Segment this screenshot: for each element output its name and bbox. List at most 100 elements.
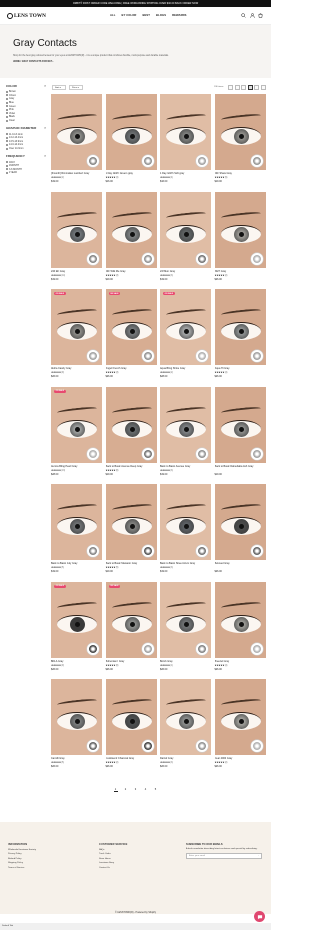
product-card[interactable]: Aqua Hi Gray ★★★★★ (4) $26.00 <box>214 289 266 387</box>
filter-diameter-header[interactable]: GRAPHIC DIAMETER ^ <box>6 126 46 130</box>
product-card[interactable]: 24F Shaw Gray ★★★★★ (9) $19.00 <box>214 94 266 192</box>
checkbox-icon[interactable] <box>6 108 8 111</box>
product-name[interactable]: 1 Day Glitt'h Greem gray <box>106 172 157 175</box>
product-image[interactable] <box>160 386 211 463</box>
product-card[interactable]: 24F Eh Gray ★★★★★ (14) $19.00 <box>51 191 102 290</box>
product-image[interactable] <box>214 289 266 365</box>
footer-link[interactable]: Contact Us <box>99 867 127 869</box>
checkbox-icon[interactable] <box>6 119 8 122</box>
product-name[interactable]: Back to Basic Dalnebaba Ash Gray <box>215 465 266 468</box>
product-name[interactable]: Back to Basic Macaron Gray <box>106 562 157 565</box>
view-list-icon[interactable] <box>228 85 233 90</box>
product-image[interactable] <box>105 386 157 463</box>
product-image[interactable]: ON SALE <box>51 581 102 658</box>
footer-link[interactable]: Store Hours <box>99 858 127 860</box>
view-grid-4-icon[interactable] <box>247 85 253 90</box>
product-card[interactable]: Back to Basic Avenue Deep Gray ★★★★★ (6) $… <box>105 386 157 485</box>
filter-option[interactable]: Over 14.3mm <box>6 147 46 151</box>
product-card[interactable]: 24F Wilk Me Gray ★★★★★ (3) $19.00 <box>105 191 157 290</box>
product-image[interactable] <box>51 191 102 268</box>
product-name[interactable]: Bomb Gray <box>160 660 211 663</box>
footer-link[interactable]: Lenstown Story <box>99 862 127 864</box>
view-grid-5-icon[interactable] <box>254 85 259 90</box>
product-name[interactable]: Beloved Gray <box>215 562 266 565</box>
product-image[interactable] <box>105 94 157 170</box>
product-image[interactable]: ON SALE <box>51 386 102 463</box>
product-image[interactable] <box>214 581 266 658</box>
filter-option[interactable]: Clear <box>6 119 46 123</box>
page-4[interactable]: 4 <box>144 788 148 792</box>
filter-option[interactable]: 1YEAR <box>6 171 46 175</box>
product-name[interactable]: Back to Basic July Gray <box>51 562 102 565</box>
product-image[interactable] <box>160 679 211 755</box>
checkbox-icon[interactable] <box>6 115 8 118</box>
nav-best[interactable]: BEST <box>142 14 150 17</box>
product-name[interactable]: 24F Shaw Gray <box>215 172 266 175</box>
view-grid-3-icon[interactable] <box>241 85 246 90</box>
footer-link[interactable]: Privacy Policy <box>8 853 36 855</box>
product-image[interactable]: ON SALE <box>160 289 211 365</box>
product-card[interactable]: ON SALE Aqua Bling Shine Gray ★★★★★ (2) $28… <box>160 289 211 387</box>
checkbox-icon[interactable] <box>6 168 8 171</box>
product-name[interactable]: Back to Basic Avenue Deep Gray <box>106 465 157 468</box>
product-image[interactable]: ON SALE <box>105 289 157 365</box>
product-image[interactable] <box>160 94 211 170</box>
product-image[interactable]: ON SALE <box>51 289 102 365</box>
checkbox-icon[interactable] <box>6 171 8 174</box>
product-name[interactable]: 1 Day Glitt'h Soft gray <box>160 172 211 175</box>
product-card[interactable]: ON SALE Bohemian I Gray ★★★★★ (6) $26.00 <box>105 581 157 680</box>
checkbox-icon[interactable] <box>6 143 8 146</box>
account-icon[interactable] <box>249 13 255 18</box>
product-card[interactable]: Back to Basic Macaron Gray ★★★★★ (5) $19.0… <box>105 484 157 582</box>
product-card[interactable]: ON SALE Aloha Candy Gray ★★★★★ (9) $26.00 <box>51 289 102 387</box>
checkbox-icon[interactable] <box>6 97 8 100</box>
product-card[interactable]: 1 Day Glitt'h Soft gray ★★★★★ (4) $16.00 <box>160 94 211 192</box>
nav-by-color[interactable]: BY COLOR <box>122 14 137 17</box>
breadcrumb[interactable]: HOME / GRAY CONTACTS FOR NET... <box>13 61 54 63</box>
page-3[interactable]: 3 <box>134 788 138 792</box>
checkbox-icon[interactable] <box>6 101 8 104</box>
checkbox-icon[interactable] <box>6 112 8 115</box>
product-name[interactable]: Billi-A Gray <box>51 660 102 663</box>
product-name[interactable]: Cookisen2 Charcoal Gray <box>106 757 157 760</box>
product-name[interactable]: Dear 4000 Gray <box>215 757 266 760</box>
product-image[interactable] <box>214 679 266 755</box>
newsletter-email-field[interactable]: → Enter your email <box>186 853 262 859</box>
search-icon[interactable] <box>241 13 246 18</box>
checkbox-icon[interactable] <box>6 90 8 93</box>
product-card[interactable]: Back to Basic Dalnebaba Ash Gray $19.00 <box>214 386 266 485</box>
product-image[interactable] <box>105 679 157 755</box>
nav-all[interactable]: ALL <box>110 14 116 17</box>
product-card[interactable]: Cookisen2 Charcoal Gray ★★★★★ (2) $26.00 <box>105 679 157 777</box>
checkbox-icon[interactable] <box>6 105 8 108</box>
product-name[interactable]: 24F Wilk Me Gray <box>106 270 157 273</box>
checkbox-icon[interactable] <box>6 161 8 164</box>
product-image[interactable] <box>51 484 102 560</box>
product-card[interactable]: Camilli Gray ★★★★★ (5) $26.00 <box>51 679 102 777</box>
product-image[interactable] <box>214 484 266 560</box>
filter-frequency-header[interactable]: FREQUENCY ^ <box>6 154 46 158</box>
product-card[interactable]: Back to Basic Avenue Gray ★★★★★ (3) $19.00 <box>160 386 211 485</box>
price-select[interactable]: Price ▾ <box>69 85 83 90</box>
product-image[interactable] <box>160 191 211 268</box>
page-5[interactable]: 5 <box>154 788 158 792</box>
product-name[interactable]: 24f Mon Gray <box>160 270 211 273</box>
product-name[interactable]: 3027 Gray <box>215 270 266 273</box>
checkbox-icon[interactable] <box>6 147 8 150</box>
chat-button[interactable] <box>254 911 265 922</box>
product-card[interactable]: Breezel Gray ★★★★★ (4) $26.00 <box>214 581 266 680</box>
product-name[interactable]: Bohemian I Gray <box>106 660 157 663</box>
footer-link[interactable]: Shipping Policy <box>8 862 36 864</box>
product-image[interactable] <box>214 386 266 463</box>
sort-select[interactable]: Sort ▾ <box>52 85 66 90</box>
product-image[interactable] <box>160 484 211 560</box>
product-image[interactable] <box>160 581 211 658</box>
site-logo[interactable]: LENS TOWN <box>7 12 46 20</box>
product-name[interactable]: Camilli Gray <box>51 757 102 760</box>
checkbox-icon[interactable] <box>6 133 8 136</box>
page-1[interactable]: 1 <box>113 788 118 792</box>
product-name[interactable]: Angel French Gray <box>106 367 157 370</box>
footer-link[interactable]: Track Order <box>99 853 127 855</box>
product-name[interactable]: Aqua Bling Shine Gray <box>160 367 211 370</box>
product-name[interactable]: Back to Basic Avenue Gray <box>160 465 211 468</box>
